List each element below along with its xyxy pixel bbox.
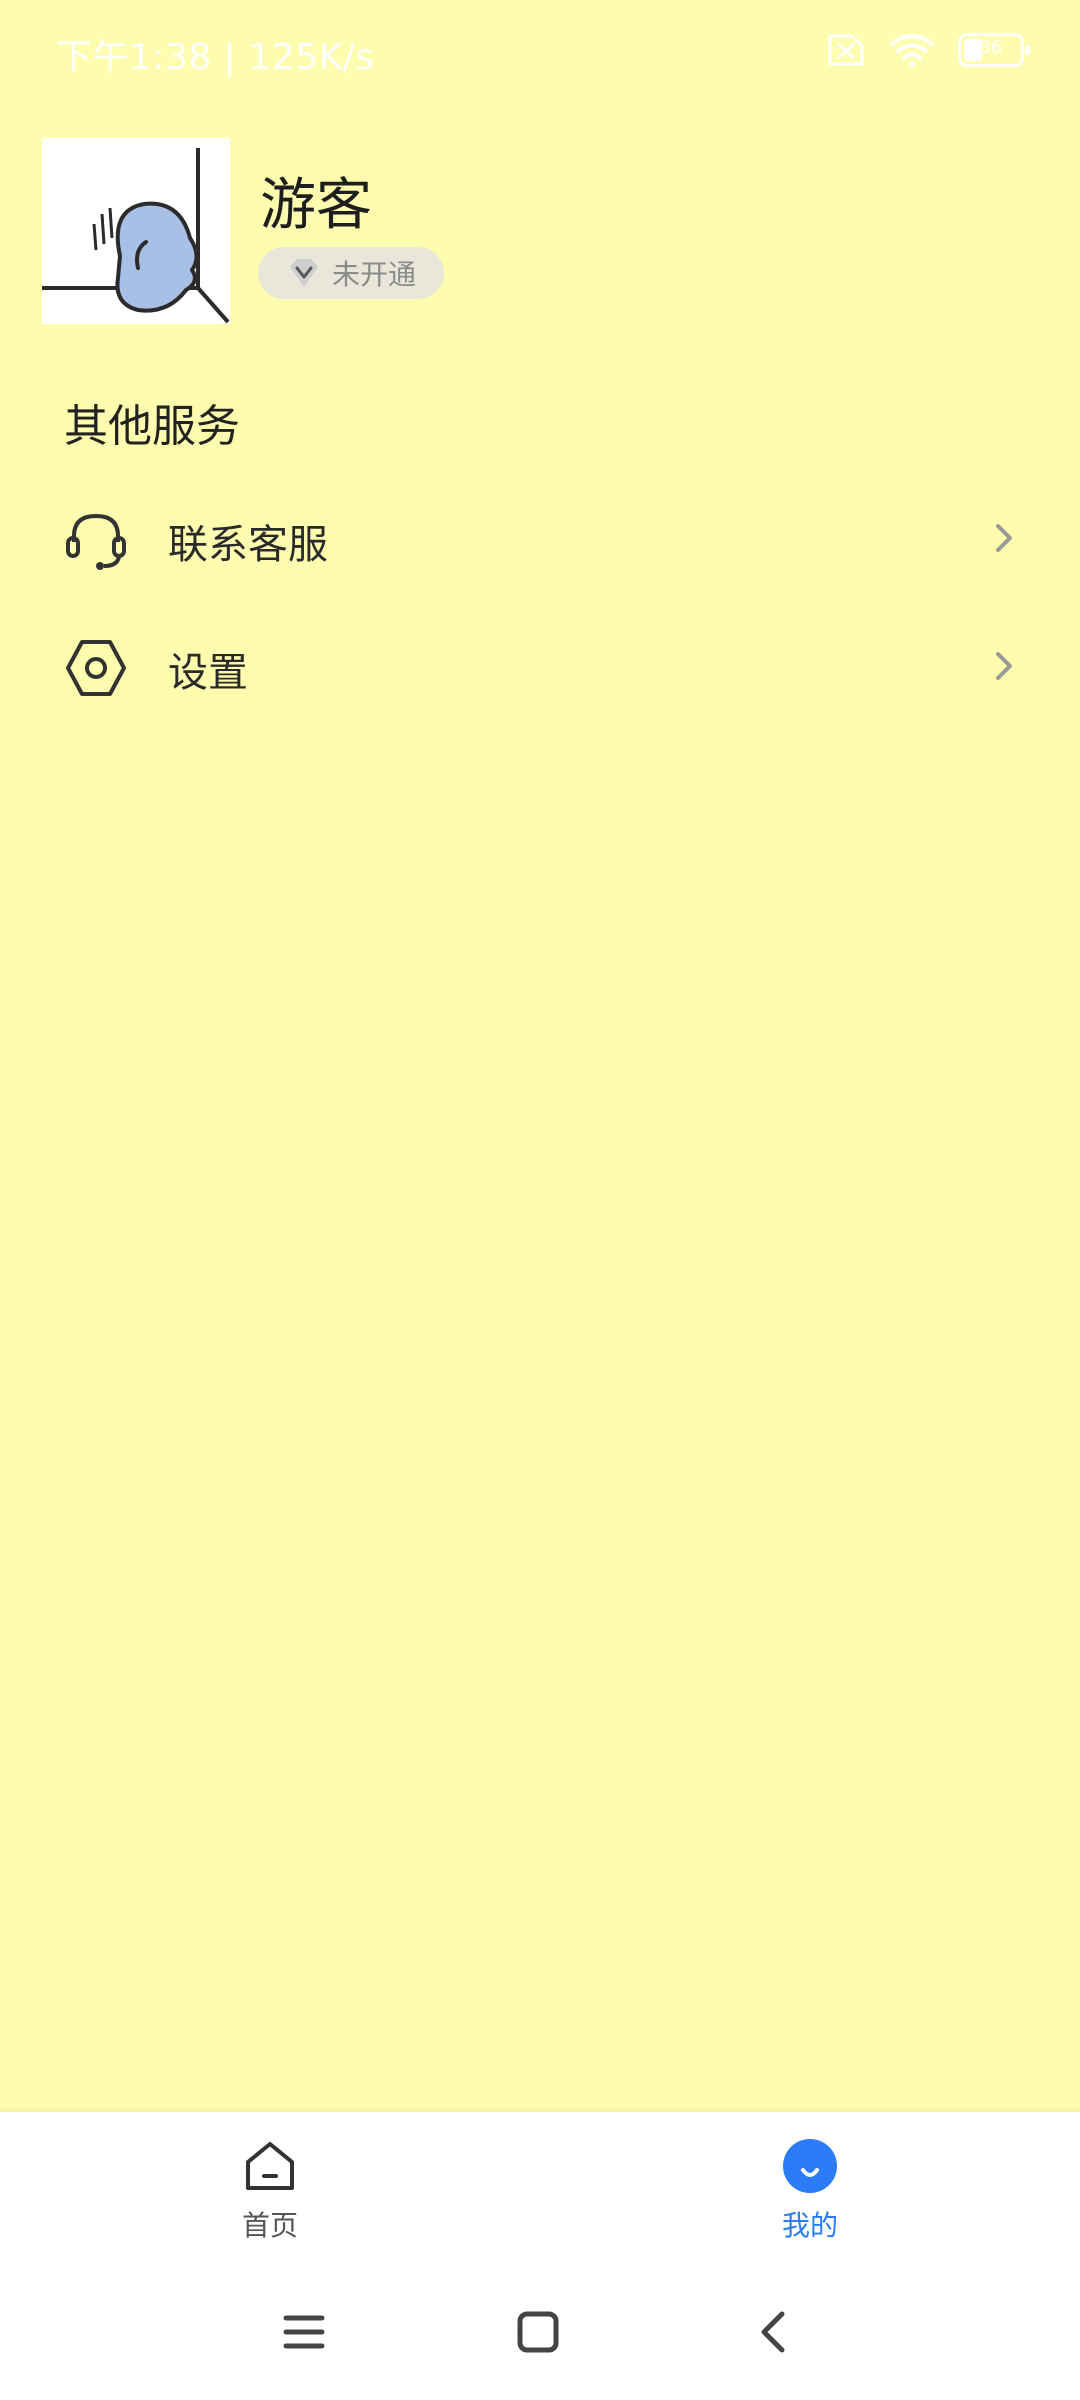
battery-level: 36 xyxy=(979,37,1003,58)
service-item-settings[interactable]: 设置 xyxy=(0,602,1080,730)
tab-profile[interactable]: 我的 xyxy=(710,2112,910,2262)
profile-icon xyxy=(782,2138,838,2194)
menu-icon[interactable] xyxy=(274,2302,334,2362)
tab-home[interactable]: 首页 xyxy=(170,2112,370,2262)
tab-home-label: 首页 xyxy=(241,2209,298,2242)
chevron-right-icon xyxy=(990,518,1018,558)
headset-icon xyxy=(64,508,128,572)
home-icon xyxy=(242,2138,298,2194)
avatar-illustration xyxy=(42,138,230,324)
wifi-icon xyxy=(888,32,936,68)
diamond-icon xyxy=(286,255,322,291)
chevron-right-icon xyxy=(990,646,1018,686)
sim-off-icon xyxy=(822,33,866,67)
home-square-icon[interactable] xyxy=(508,2302,568,2362)
status-icons: 36 xyxy=(822,32,1030,68)
status-bar: 下午1:38 | 125K/s 36 xyxy=(0,0,1080,104)
battery-icon: 36 xyxy=(958,33,1030,67)
status-time-speed: 下午1:38 | 125K/s xyxy=(56,37,375,78)
vip-status-text: 未开通 xyxy=(332,258,417,291)
tab-profile-label: 我的 xyxy=(781,2209,838,2242)
system-nav-bar xyxy=(0,2262,1080,2400)
service-item-label: 联系客服 xyxy=(168,522,328,568)
avatar[interactable] xyxy=(42,138,230,324)
service-item-label: 设置 xyxy=(168,650,248,696)
back-icon[interactable] xyxy=(744,2302,804,2362)
username: 游客 xyxy=(260,173,372,238)
service-item-contact[interactable]: 联系客服 xyxy=(0,474,1080,602)
vip-status-badge[interactable]: 未开通 xyxy=(258,247,444,299)
bottom-tab-bar: 首页 我的 xyxy=(0,2112,1080,2262)
settings-hexagon-icon xyxy=(64,636,128,700)
section-title-services: 其他服务 xyxy=(64,401,240,452)
battery-cap xyxy=(1025,45,1030,55)
